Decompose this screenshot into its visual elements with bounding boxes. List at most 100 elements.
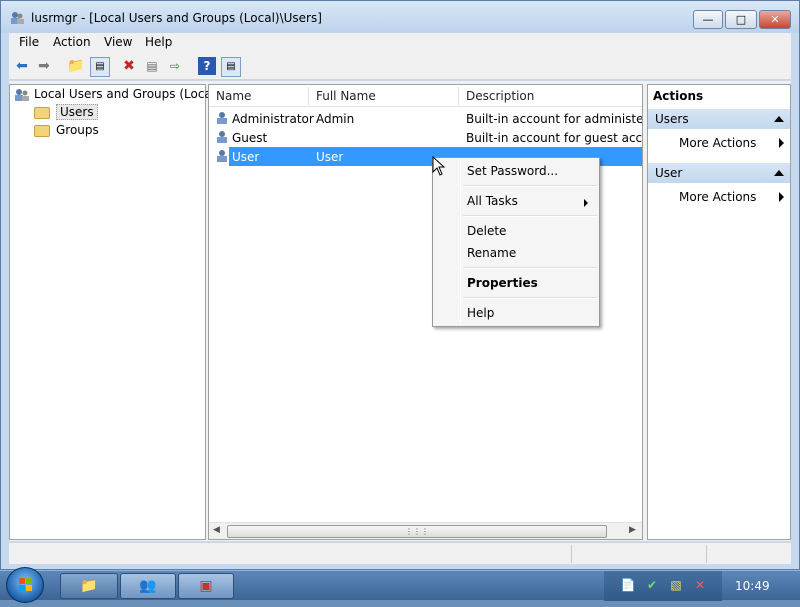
tree-root-label: Local Users and Groups (Local): [34, 87, 220, 101]
volume-muted-icon[interactable]: ✕: [692, 577, 708, 593]
menu-view[interactable]: View: [104, 35, 132, 49]
windows-logo-icon: [19, 578, 32, 591]
explorer-folder-icon: 📁: [80, 578, 98, 594]
taskbar-explorer-button[interactable]: 📁: [60, 573, 118, 599]
scroll-right-arrow-icon[interactable]: ▶: [629, 525, 636, 535]
user-icon: [217, 112, 227, 124]
cell-name: Administrator: [232, 112, 314, 126]
system-tray: 📄 ✔ ▧ ✕: [604, 571, 722, 601]
start-button[interactable]: [6, 567, 44, 603]
maximize-icon: □: [735, 13, 747, 26]
lusrmgr-app-icon: [11, 12, 24, 24]
actions-pane: Actions Users More Actions User More Act…: [647, 84, 791, 540]
menu-bar: File Action View Help: [9, 33, 791, 53]
menu-action[interactable]: Action: [53, 35, 91, 49]
menu-separator: [463, 297, 597, 299]
application-window: lusrmgr - [Local Users and Groups (Local…: [0, 0, 800, 570]
menu-item-help[interactable]: Help: [467, 306, 494, 320]
users-groups-icon: [15, 88, 29, 101]
menu-item-delete[interactable]: Delete: [467, 224, 506, 238]
document-icon[interactable]: 📄: [620, 577, 636, 593]
menu-item-rename[interactable]: Rename: [467, 246, 516, 260]
submenu-arrow-icon: [779, 138, 784, 148]
status-divider: [706, 545, 707, 563]
scroll-left-arrow-icon[interactable]: ◀: [213, 525, 220, 535]
submenu-arrow-icon: [584, 199, 588, 207]
column-divider[interactable]: [308, 87, 309, 105]
user-icon: [217, 131, 227, 143]
cell-name: Guest: [232, 131, 268, 145]
menu-file[interactable]: File: [19, 35, 39, 49]
cell-description: Built-in account for guest access t: [466, 131, 642, 145]
folder-icon: [34, 106, 50, 119]
cell-full-name: Admin: [316, 112, 355, 126]
network-icon[interactable]: ▧: [668, 577, 684, 593]
up-folder-icon[interactable]: 📁: [67, 57, 85, 75]
maximize-button[interactable]: □: [725, 10, 757, 29]
horizontal-scrollbar[interactable]: ◀ ⋮⋮⋮ ▶: [209, 522, 642, 539]
taskbar-lusrmgr-button[interactable]: 👥: [120, 573, 176, 599]
actions-header: Actions: [653, 89, 704, 103]
mouse-cursor-icon: [432, 156, 446, 176]
menu-item-all-tasks[interactable]: All Tasks: [467, 194, 518, 208]
minimize-icon: —: [702, 13, 714, 26]
menu-item-set-password[interactable]: Set Password...: [467, 164, 558, 178]
taskbar-toolbox-button[interactable]: ▣: [178, 573, 234, 599]
tree-item-users[interactable]: Users: [34, 104, 98, 121]
menu-separator: [463, 267, 597, 269]
more-actions-label: More Actions: [679, 190, 757, 204]
toolbar: ⬅ ➡ 📁 ▤ ✖ ▤ ⇨ ? ▤: [9, 53, 791, 80]
clock[interactable]: 10:49: [735, 579, 770, 593]
close-button[interactable]: ✕: [759, 10, 791, 29]
minimize-button[interactable]: —: [693, 10, 723, 29]
actions-section-users[interactable]: Users: [648, 109, 790, 129]
tree-item-root[interactable]: Local Users and Groups (Local): [14, 87, 220, 103]
title-bar[interactable]: lusrmgr - [Local Users and Groups (Local…: [1, 1, 799, 33]
users-groups-icon: 👥: [139, 578, 157, 594]
help-icon[interactable]: ?: [198, 57, 216, 75]
column-header-name[interactable]: Name: [216, 89, 251, 103]
console-content: Local Users and Groups (Local) Users Gro…: [9, 81, 791, 541]
cell-description: Built-in account for administering: [466, 112, 642, 126]
menu-help[interactable]: Help: [145, 35, 172, 49]
menu-item-properties[interactable]: Properties: [467, 276, 538, 290]
context-menu: Set Password... All Tasks Delete Rename …: [432, 157, 600, 327]
cell-name: User: [232, 150, 260, 164]
column-header-description[interactable]: Description: [466, 89, 534, 103]
more-actions-users[interactable]: More Actions: [648, 133, 790, 153]
action-center-icon[interactable]: ✔: [644, 577, 660, 593]
show-hide-action-pane-icon[interactable]: ▤: [221, 57, 241, 77]
user-icon: [217, 150, 227, 162]
more-actions-user[interactable]: More Actions: [648, 187, 790, 207]
list-header: Name Full Name Description: [209, 85, 642, 107]
more-actions-label: More Actions: [679, 136, 757, 150]
actions-section-title: User: [655, 166, 683, 180]
table-row[interactable]: Guest Built-in account for guest access …: [209, 128, 642, 147]
menu-gutter: [460, 160, 461, 324]
window-title: lusrmgr - [Local Users and Groups (Local…: [31, 11, 322, 25]
folder-icon: [34, 124, 50, 137]
column-header-full-name[interactable]: Full Name: [316, 89, 376, 103]
properties-icon[interactable]: ▤: [143, 57, 161, 75]
show-hide-tree-icon[interactable]: ▤: [90, 57, 110, 77]
column-divider[interactable]: [458, 87, 459, 105]
tree-groups-label: Groups: [56, 123, 99, 137]
submenu-arrow-icon: [779, 192, 784, 202]
collapse-icon[interactable]: [774, 170, 784, 176]
back-arrow-icon[interactable]: ⬅: [13, 57, 31, 75]
actions-section-user[interactable]: User: [648, 163, 790, 183]
export-list-icon[interactable]: ⇨: [166, 57, 184, 75]
scroll-thumb[interactable]: ⋮⋮⋮: [227, 525, 607, 538]
status-divider: [571, 545, 572, 563]
delete-icon[interactable]: ✖: [120, 57, 138, 75]
tree-item-groups[interactable]: Groups: [34, 123, 99, 139]
forward-arrow-icon[interactable]: ➡: [35, 57, 53, 75]
actions-section-title: Users: [655, 112, 689, 126]
cell-full-name: User: [316, 150, 344, 164]
table-row[interactable]: Administrator Admin Built-in account for…: [209, 109, 642, 128]
menu-separator: [463, 185, 597, 187]
tree-users-label: Users: [56, 104, 98, 120]
collapse-icon[interactable]: [774, 116, 784, 122]
menu-separator: [463, 215, 597, 217]
status-bar: [9, 542, 791, 564]
